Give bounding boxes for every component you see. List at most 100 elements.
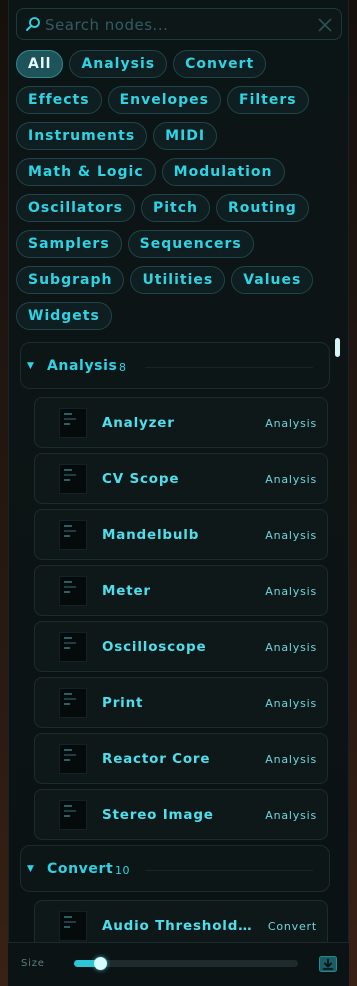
node-category: Analysis — [265, 585, 317, 598]
thumbnail-detail — [64, 413, 72, 415]
thumbnail-detail — [64, 581, 72, 583]
node-item[interactable]: Meter Analysis — [34, 565, 328, 616]
size-label: Size — [21, 958, 45, 969]
filter-chip-modulation[interactable]: Modulation — [161, 158, 285, 186]
thumbnail-detail — [64, 926, 70, 928]
filter-chip-convert[interactable]: Convert — [173, 50, 267, 78]
size-slider[interactable] — [74, 957, 298, 970]
thumbnail-detail — [64, 535, 70, 537]
node-category: Analysis — [265, 697, 317, 710]
node-item[interactable]: Mandelbulb Analysis — [34, 509, 328, 560]
thumbnail-detail — [64, 474, 76, 476]
group-items: Audio Threshold T... Convert — [34, 900, 330, 942]
thumbnail-detail — [64, 637, 72, 639]
group-name: Convert — [47, 861, 114, 877]
scrollbar-thumb[interactable] — [335, 338, 340, 357]
node-thumbnail — [59, 911, 87, 941]
thumbnail-detail — [64, 815, 70, 817]
node-thumbnail — [59, 408, 87, 438]
filter-chip-values[interactable]: Values — [231, 266, 314, 294]
node-name: Analyzer — [102, 415, 175, 431]
category-filter-chips: All Analysis Convert Effects Envelopes Filter… — [16, 50, 342, 330]
filter-chip-pitch[interactable]: Pitch — [140, 194, 210, 222]
search-input[interactable] — [45, 13, 315, 37]
magnifier-icon — [26, 17, 40, 31]
thumbnail-detail — [64, 916, 72, 918]
node-name: Print — [102, 695, 144, 711]
node-item[interactable]: CV Scope Analysis — [34, 453, 328, 504]
node-category: Analysis — [265, 809, 317, 822]
node-category: Analysis — [265, 417, 317, 430]
node-item[interactable]: Audio Threshold T... Convert — [34, 900, 328, 942]
group-divider — [145, 367, 313, 368]
caret-down-icon: ▼ — [27, 361, 34, 371]
filter-chip-filters[interactable]: Filters — [227, 86, 309, 114]
footer-bar: Size — [8, 942, 349, 986]
thumbnail-detail — [64, 754, 76, 756]
node-thumbnail — [59, 800, 87, 830]
node-category: Analysis — [265, 753, 317, 766]
group-count: 10 — [115, 864, 130, 877]
node-category: Analysis — [265, 473, 317, 486]
thumbnail-detail — [64, 642, 76, 644]
node-name: Oscilloscope — [102, 639, 207, 655]
thumbnail-detail — [64, 698, 76, 700]
node-thumbnail — [59, 520, 87, 550]
node-name: Reactor Core — [102, 751, 211, 767]
node-category: Analysis — [265, 529, 317, 542]
node-name: Mandelbulb — [102, 527, 200, 543]
node-name: Audio Threshold T... — [102, 918, 254, 934]
node-category: Convert — [267, 920, 317, 933]
group-items: Analyzer Analysis CV Scope Analysis Mandelbu… — [34, 397, 330, 840]
thumbnail-detail — [64, 749, 72, 751]
group-divider — [145, 870, 313, 871]
filter-chip-routing[interactable]: Routing — [215, 194, 309, 222]
thumbnail-detail — [64, 921, 76, 923]
thumbnail-detail — [64, 586, 76, 588]
thumbnail-detail — [64, 469, 72, 471]
group-header-analysis[interactable]: ▼ Analysis 8 — [20, 342, 330, 389]
node-name: Stereo Image — [102, 807, 214, 823]
filter-chip-oscillators[interactable]: Oscillators — [16, 194, 135, 222]
node-name: Meter — [102, 583, 151, 599]
node-thumbnail — [59, 688, 87, 718]
thumbnail-detail — [64, 647, 70, 649]
node-item[interactable]: Stereo Image Analysis — [34, 789, 328, 840]
node-category: Analysis — [265, 641, 317, 654]
filter-chip-instruments[interactable]: Instruments — [16, 122, 148, 150]
node-item[interactable]: Oscilloscope Analysis — [34, 621, 328, 672]
thumbnail-detail — [64, 423, 70, 425]
filter-chip-subgraph[interactable]: Subgraph — [16, 266, 125, 294]
node-item[interactable]: Analyzer Analysis — [34, 397, 328, 448]
thumbnail-detail — [64, 479, 70, 481]
thumbnail-detail — [64, 759, 70, 761]
group-count: 8 — [119, 361, 127, 374]
download-icon[interactable] — [319, 956, 337, 972]
thumbnail-detail — [64, 693, 72, 695]
filter-chip-all[interactable]: All — [16, 50, 64, 78]
size-slider-knob[interactable] — [94, 957, 108, 970]
node-list[interactable]: ▼ Analysis 8 Analyzer Analysis CV Scope Analys… — [20, 342, 330, 942]
filter-chip-analysis[interactable]: Analysis — [69, 50, 168, 78]
thumbnail-detail — [64, 805, 72, 807]
node-name: CV Scope — [102, 471, 180, 487]
filter-chip-effects[interactable]: Effects — [16, 86, 102, 114]
group-header-convert[interactable]: ▼ Convert 10 — [20, 845, 330, 892]
filter-chip-math-logic[interactable]: Math & Logic — [16, 158, 156, 186]
close-icon[interactable] — [317, 17, 333, 33]
filter-chip-envelopes[interactable]: Envelopes — [107, 86, 221, 114]
thumbnail-detail — [64, 703, 70, 705]
filter-chip-sequencers[interactable]: Sequencers — [127, 230, 254, 258]
node-item[interactable]: Reactor Core Analysis — [34, 733, 328, 784]
thumbnail-detail — [64, 591, 70, 593]
filter-chip-midi[interactable]: MIDI — [153, 122, 218, 150]
search-bar[interactable] — [16, 8, 342, 40]
thumbnail-detail — [64, 525, 72, 527]
filter-chip-samplers[interactable]: Samplers — [16, 230, 122, 258]
filter-chip-widgets[interactable]: Widgets — [16, 302, 112, 330]
node-thumbnail — [59, 576, 87, 606]
node-thumbnail — [59, 464, 87, 494]
node-item[interactable]: Print Analysis — [34, 677, 328, 728]
filter-chip-utilities[interactable]: Utilities — [130, 266, 226, 294]
thumbnail-detail — [64, 530, 76, 532]
